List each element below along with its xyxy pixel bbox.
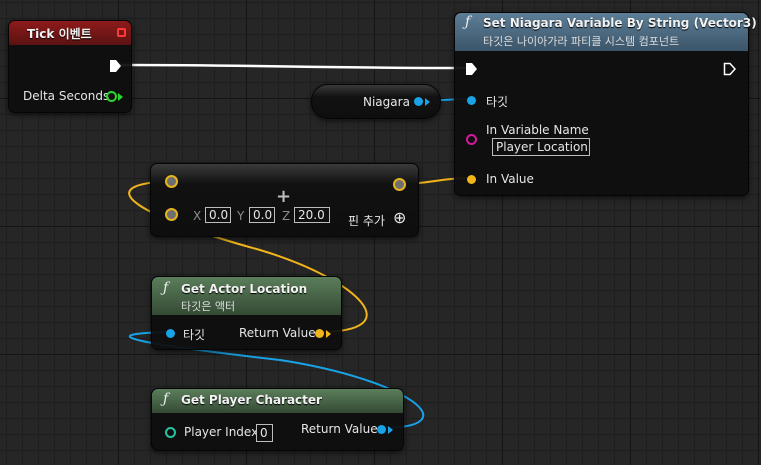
- in-value-label: In Value: [486, 172, 534, 186]
- target-label: 타깃: [183, 328, 206, 342]
- exec-out-pin[interactable]: [109, 59, 123, 73]
- tick-event-title: Tick 이벤트: [27, 27, 92, 41]
- set-niagara-variable-node[interactable]: ƒ Set Niagara Variable By String (Vector…: [454, 12, 757, 196]
- plus-icon: +: [276, 186, 292, 207]
- add-pin-icon[interactable]: ⊕: [393, 208, 406, 227]
- delta-seconds-label: Delta Seconds: [23, 89, 110, 103]
- delta-seconds-pin-arrow-icon: [118, 93, 123, 101]
- target-label: 타깃: [486, 95, 509, 109]
- add-pin-label[interactable]: 핀 추가: [348, 212, 385, 229]
- return-value-pin-arrow-icon: [388, 426, 393, 434]
- function-icon: ƒ: [163, 280, 169, 296]
- get-actor-location-subtitle: 타깃은 액터: [181, 300, 236, 313]
- exec-in-pin[interactable]: [465, 62, 479, 76]
- z-axis-label: Z: [282, 209, 291, 223]
- vector-output-pin[interactable]: [393, 178, 406, 191]
- target-pin[interactable]: [467, 96, 476, 105]
- player-index-label: Player Index: [184, 425, 259, 439]
- niagara-pin-arrow-icon: [425, 98, 430, 106]
- function-icon: ƒ: [163, 391, 169, 407]
- niagara-label: Niagara: [363, 95, 410, 109]
- in-variable-name-input[interactable]: Player Location: [492, 138, 590, 156]
- function-icon: ƒ: [465, 14, 471, 30]
- get-player-character-title: Get Player Character: [181, 393, 322, 407]
- in-variable-name-label: In Variable Name: [486, 123, 589, 137]
- z-input[interactable]: 20.0: [294, 207, 330, 223]
- vector-input-pin[interactable]: [165, 208, 178, 221]
- get-player-character-node[interactable]: ƒ Get Player Character Player Index 0 Re…: [151, 388, 404, 451]
- return-value-pin[interactable]: [315, 329, 324, 338]
- player-index-input[interactable]: 0: [256, 424, 273, 442]
- set-niagara-title: Set Niagara Variable By String (Vector3): [483, 16, 757, 30]
- tick-event-node[interactable]: Tick 이벤트 Delta Seconds: [8, 20, 132, 113]
- vector-split-pin[interactable]: [165, 175, 178, 188]
- in-variable-name-pin[interactable]: [466, 134, 477, 145]
- x-axis-label: X: [193, 209, 202, 223]
- event-stop-icon: [117, 28, 126, 37]
- y-input[interactable]: 0.0: [249, 207, 275, 223]
- make-vector-node[interactable]: + X 0.0 Y 0.0 Z 20.0 핀 추가 ⊕: [150, 163, 419, 237]
- exec-wire[interactable]: [119, 63, 471, 70]
- return-value-pin-arrow-icon: [326, 330, 331, 338]
- in-value-pin[interactable]: [467, 175, 476, 184]
- player-index-pin[interactable]: [165, 427, 176, 438]
- exec-out-pin[interactable]: [723, 62, 737, 76]
- niagara-variable-node[interactable]: Niagara: [311, 84, 441, 119]
- delta-seconds-pin[interactable]: [106, 91, 117, 102]
- niagara-output-pin[interactable]: [414, 97, 423, 106]
- return-value-pin[interactable]: [377, 425, 386, 434]
- target-pin[interactable]: [166, 329, 175, 338]
- y-axis-label: Y: [237, 209, 245, 223]
- get-actor-location-title: Get Actor Location: [181, 282, 308, 296]
- set-niagara-subtitle: 타깃은 나이아가라 파티클 시스템 컴포넌트: [483, 35, 680, 48]
- x-input[interactable]: 0.0: [205, 207, 231, 223]
- return-value-label: Return Value: [301, 422, 378, 436]
- return-value-label: Return Value: [239, 326, 316, 340]
- get-actor-location-node[interactable]: ƒ Get Actor Location 타깃은 액터 타깃 Return Va…: [151, 276, 342, 350]
